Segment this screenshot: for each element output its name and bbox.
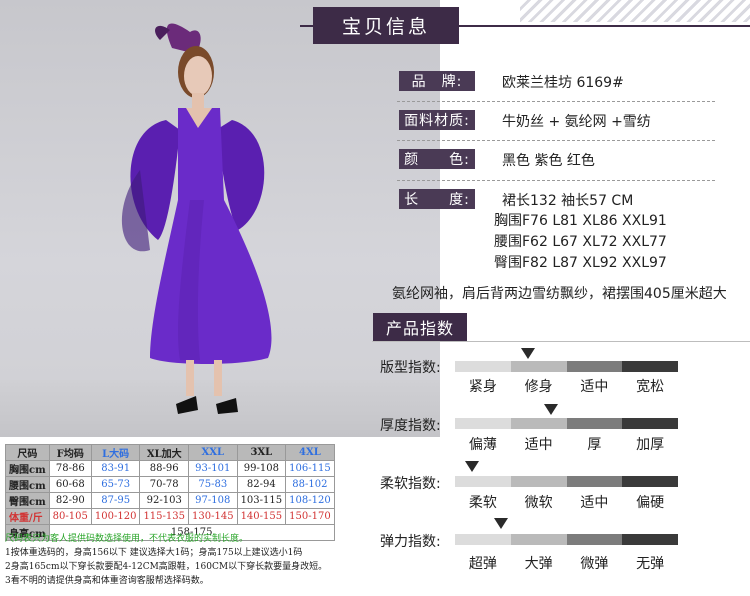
spec-value-color: 黑色 紫色 红色 <box>502 153 595 169</box>
index-words-elasticity: 超弹 大弹 微弹 无弹 <box>455 553 678 573</box>
index-word: 超弹 <box>468 556 497 572</box>
table-cell: 88-102 <box>285 476 335 493</box>
index-word: 适中 <box>580 495 609 511</box>
index-word: 宽松 <box>636 379 665 395</box>
index-word: 厚 <box>587 437 602 453</box>
index-word: 大弹 <box>524 556 553 572</box>
index-word: 微弹 <box>580 556 609 572</box>
table-cell: 83-91 <box>90 460 141 477</box>
table-header-cell: XL加大 <box>139 444 189 461</box>
size-line-waist: 腰围F62 L67 XL72 XXL77 <box>494 234 667 250</box>
size-line-chest: 胸围F76 L81 XL86 XXL91 <box>494 213 667 229</box>
table-cell: 108-120 <box>285 492 335 509</box>
size-line-hip: 臀围F82 L87 XL92 XXL97 <box>494 255 667 271</box>
index-word: 柔软 <box>468 495 497 511</box>
index-marker-elasticity <box>494 518 508 529</box>
table-header-cell: XXL <box>188 444 238 461</box>
divider <box>397 101 715 102</box>
index-label-fit: 版型指数: <box>380 360 441 376</box>
index-title: 产品指数 <box>373 313 467 341</box>
model-dress-illustration <box>121 23 272 414</box>
table-cell: 99-108 <box>236 460 287 477</box>
size-measurements: 胸围F76 L81 XL86 XXL91 腰围F62 L67 XL72 XXL7… <box>494 211 667 274</box>
table-note-disclaimer: 尺码表只为客人提供码数选择使用，不代表衣服的实制长度。 <box>5 534 249 544</box>
index-words-softness: 柔软 微软 适中 偏硬 <box>455 492 678 512</box>
table-cell: 92-103 <box>139 492 189 509</box>
table-cell: 130-145 <box>188 508 238 525</box>
spec-label-brand: 品 牌: <box>399 71 475 91</box>
table-note: 1按体重选码的，身高156以下 建议选择大1码；身高175以上建议选小1码 <box>5 548 303 558</box>
index-bar-thickness <box>455 418 678 429</box>
index-word: 适中 <box>580 379 609 395</box>
spec-label-length: 长 度: <box>399 189 475 209</box>
index-label-elasticity: 弹力指数: <box>380 534 441 550</box>
index-word: 适中 <box>524 437 553 453</box>
index-bar-softness <box>455 476 678 487</box>
table-cell: 100-120 <box>90 508 141 525</box>
table-cell: 82-90 <box>48 492 92 509</box>
index-words-fit: 紧身 修身 适中 宽松 <box>455 376 678 396</box>
table-note: 3看不明的请提供身高和体重咨询客服帮选择码数。 <box>5 576 209 586</box>
table-header-row: 尺码 F均码 L大码 XL加大 XXL 3XL 4XL <box>5 444 335 461</box>
table-header-cell: L大码 <box>90 444 141 461</box>
index-divider <box>372 341 750 342</box>
spec-value-fabric: 牛奶丝 + 氨纶网 +雪纺 <box>502 114 651 130</box>
table-row-label: 臀围cm <box>5 492 50 509</box>
index-word: 微软 <box>524 495 553 511</box>
table-row: 臀围cm 82-90 87-95 92-103 97-108 103-115 1… <box>5 492 335 509</box>
table-cell: 82-94 <box>236 476 287 493</box>
size-table: 尺码 F均码 L大码 XL加大 XXL 3XL 4XL 胸围cm 78-86 8… <box>5 444 335 541</box>
index-marker-softness <box>465 461 479 472</box>
table-header-cell: 3XL <box>236 444 287 461</box>
decorative-stripes <box>520 0 750 22</box>
table-row: 腰围cm 60-68 65-73 70-78 75-83 82-94 88-10… <box>5 476 335 493</box>
index-word: 偏薄 <box>468 437 497 453</box>
table-cell: 80-105 <box>48 508 92 525</box>
spec-label-color: 颜 色: <box>399 149 475 169</box>
index-marker-thickness <box>544 404 558 415</box>
index-bar-elasticity <box>455 534 678 545</box>
table-row-label: 体重/斤 <box>5 508 50 525</box>
index-label-thickness: 厚度指数: <box>380 418 441 434</box>
table-note: 2身高165cm以下穿长款要配4-12CM高跟鞋，160CM以下穿长款要量身改短… <box>5 562 328 572</box>
index-marker-fit <box>521 348 535 359</box>
table-row: 胸围cm 78-86 83-91 88-96 93-101 99-108 106… <box>5 460 335 477</box>
table-cell: 65-73 <box>90 476 141 493</box>
divider <box>397 140 715 141</box>
table-cell: 93-101 <box>188 460 238 477</box>
table-cell: 88-96 <box>139 460 189 477</box>
index-word: 加厚 <box>636 437 665 453</box>
table-cell: 97-108 <box>188 492 238 509</box>
table-cell: 150-170 <box>285 508 335 525</box>
table-cell: 60-68 <box>48 476 92 493</box>
table-row: 体重/斤 80-105 100-120 115-135 130-145 140-… <box>5 508 335 525</box>
table-cell: 103-115 <box>236 492 287 509</box>
table-cell: 106-115 <box>285 460 335 477</box>
index-word: 修身 <box>524 379 553 395</box>
index-word: 无弹 <box>636 556 665 572</box>
divider <box>397 180 715 181</box>
table-cell: 140-155 <box>236 508 287 525</box>
table-header-cell: 尺码 <box>5 444 50 461</box>
index-word: 偏硬 <box>636 495 665 511</box>
index-bar-fit <box>455 361 678 372</box>
table-cell: 115-135 <box>139 508 189 525</box>
product-note: 氨纶网袖，肩后背两边雪纺飘纱，裙摆围405厘米超大 <box>392 286 727 302</box>
table-cell: 75-83 <box>188 476 238 493</box>
index-words-thickness: 偏薄 适中 厚 加厚 <box>455 434 678 454</box>
section-title: 宝贝信息 <box>313 7 459 44</box>
spec-label-fabric: 面料材质: <box>399 110 475 130</box>
table-cell: 87-95 <box>90 492 141 509</box>
table-row-label: 胸围cm <box>5 460 50 477</box>
table-header-cell: F均码 <box>48 444 92 461</box>
table-row-label: 腰围cm <box>5 476 50 493</box>
table-cell: 78-86 <box>48 460 92 477</box>
product-photo <box>0 0 440 437</box>
index-word: 紧身 <box>468 379 497 395</box>
table-cell: 70-78 <box>139 476 189 493</box>
table-header-cell: 4XL <box>285 444 335 461</box>
spec-value-brand: 欧莱兰桂坊 6169# <box>502 75 624 91</box>
index-label-softness: 柔软指数: <box>380 476 441 492</box>
spec-value-length: 裙长132 袖长57 CM <box>502 193 634 209</box>
